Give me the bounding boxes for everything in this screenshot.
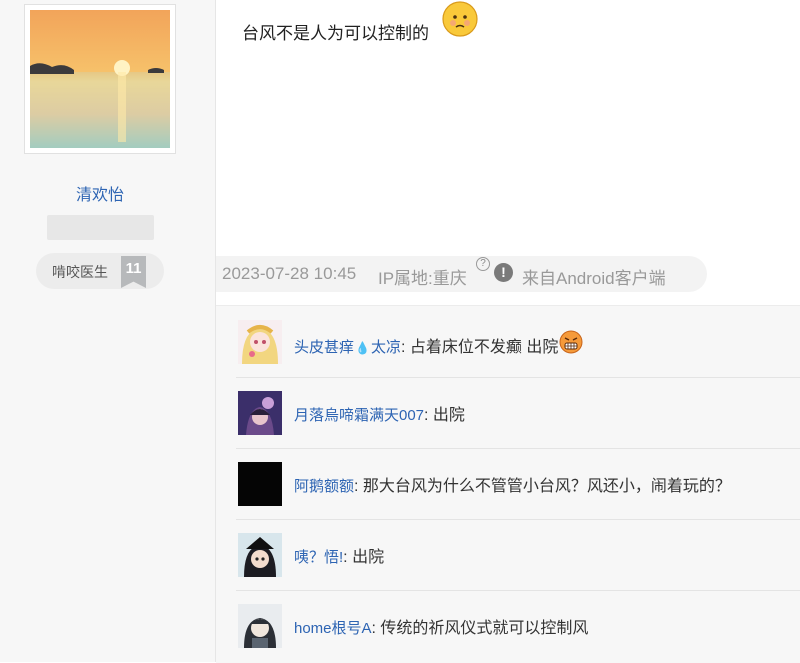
comment-text: 头皮甚痒💧太凉: 占着床位不发癫 出院 — [294, 330, 583, 357]
comment-username[interactable]: 阿鹅额额 — [294, 478, 354, 495]
anime-boy-avatar — [238, 533, 282, 577]
comment-colon: : — [343, 549, 353, 566]
level-number: 11 — [121, 256, 146, 288]
black-avatar — [238, 462, 282, 506]
comment-item: 头皮甚痒💧太凉: 占着床位不发癫 出院 — [236, 306, 800, 378]
comment-item: 阿鹅额额: 那大台风为什么不管管小台风？风还小，闹着玩的？ — [236, 448, 800, 520]
comment-item: home根号A: 传统的祈风仪式就可以控制风 — [236, 590, 800, 661]
water-drop-icon: 💧 — [355, 341, 370, 355]
comment-username[interactable]: home根号A — [294, 620, 372, 637]
comment-body: 传统的祈风仪式就可以控制风 — [380, 620, 589, 637]
comment-text: home根号A: 传统的祈风仪式就可以控制风 — [294, 614, 588, 638]
comment-username[interactable]: 咦？悟! — [294, 549, 343, 566]
face-emoji-icon — [442, 1, 478, 37]
comment-avatar[interactable] — [238, 462, 282, 506]
help-circle-icon[interactable]: ? — [476, 257, 490, 271]
level-name: 啃咬医生 — [52, 264, 108, 280]
comment-body: 那大台风为什么不管管小台风？风还小，闹着玩的？ — [362, 478, 731, 495]
night-avatar — [238, 391, 282, 435]
comment-body: 出院 — [432, 407, 465, 424]
comment-username[interactable]: 月落烏啼霜满天007 — [294, 407, 424, 424]
sketch-avatar — [238, 604, 282, 648]
comment-item: 月落烏啼霜满天007: 出院 — [236, 377, 800, 449]
author-sidebar: 清欢怡 啃咬医生 11 — [0, 0, 216, 662]
level-badge[interactable]: 啃咬医生 11 — [36, 253, 164, 289]
comment-text: 月落烏啼霜满天007: 出院 — [294, 401, 465, 425]
alert-circle-icon[interactable]: ! — [494, 263, 513, 282]
author-name[interactable]: 清欢怡 — [0, 181, 200, 205]
comment-avatar[interactable] — [238, 320, 282, 364]
grin-emoji-icon — [559, 330, 583, 354]
comment-body: 占着床位不发癫 出院 — [409, 339, 559, 356]
author-avatar[interactable] — [24, 4, 176, 154]
comment-text: 咦？悟!: 出院 — [294, 543, 384, 567]
author-title-placeholder — [47, 215, 154, 240]
comment-item: 咦？悟!: 出院 — [236, 519, 800, 591]
ip-location: IP属地:重庆 — [378, 269, 467, 288]
comment-colon: : — [400, 339, 410, 356]
post-content: 台风不是人为可以控制的 — [242, 24, 429, 43]
anime-girl-avatar — [238, 320, 282, 364]
comment-body: 出院 — [352, 549, 385, 566]
comment-colon: : — [354, 478, 363, 495]
comment-avatar[interactable] — [238, 391, 282, 435]
comment-avatar[interactable] — [238, 604, 282, 648]
comment-username[interactable]: 头皮甚痒 — [294, 339, 354, 356]
comment-colon: : — [424, 407, 433, 424]
post-client: 来自Android客户端 — [522, 269, 666, 288]
comment-avatar[interactable] — [238, 533, 282, 577]
comment-text: 阿鹅额额: 那大台风为什么不管管小台风？风还小，闹着玩的？ — [294, 472, 731, 496]
comment-username-suffix[interactable]: 太凉 — [371, 339, 401, 356]
sunset-avatar-image — [30, 10, 170, 148]
comment-list: 头皮甚痒💧太凉: 占着床位不发癫 出院 月落烏啼霜满天007: 出院 阿鹅额额:… — [216, 305, 800, 663]
post-meta-bar: 2023-07-28 10:45 IP属地:重庆 ? ! 来自Android客户… — [216, 256, 707, 292]
post-date: 2023-07-28 10:45 — [222, 264, 357, 283]
